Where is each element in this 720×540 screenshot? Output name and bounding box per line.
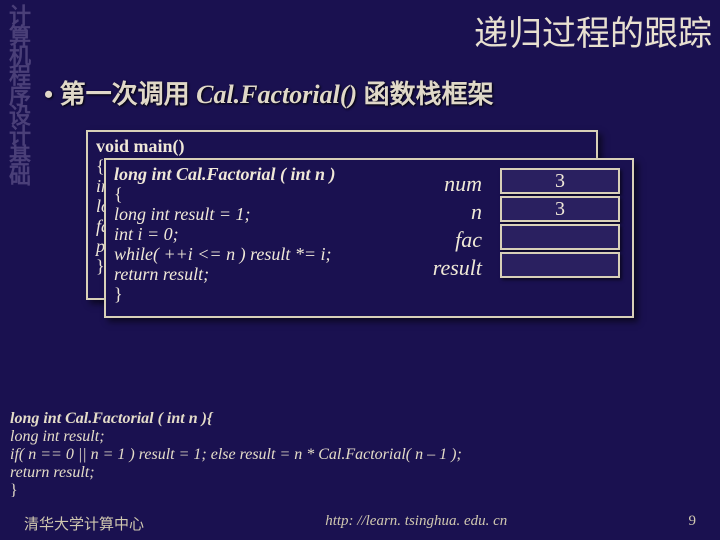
stack-cells: 3 3 — [500, 168, 620, 280]
footer-url: http: //learn. tsinghua. edu. cn — [325, 513, 507, 534]
stack-label-num: num — [433, 170, 482, 198]
stack-var-labels: num n fac result — [433, 170, 482, 282]
footer-org: 清华大学计算中心 — [24, 513, 144, 534]
stack-cell-n: 3 — [500, 196, 620, 222]
stack-label-n: n — [433, 198, 482, 226]
course-vertical-label: 计算机程序设计基础 — [0, 0, 28, 184]
code-iter-l7: } — [114, 284, 624, 304]
stack-label-result: result — [433, 254, 482, 282]
code-stack-area: void main() { int num = 3; long int fac;… — [86, 130, 626, 350]
stack-cell-fac — [500, 224, 620, 250]
bottom-l1: long int Cal.Factorial ( int n ){ — [10, 410, 213, 427]
code-box-factorial: long int Cal.Factorial ( int n ) { long … — [104, 158, 634, 318]
code-iter-l4: int i = 0; — [114, 224, 179, 244]
bullet-suffix: 函数栈框架 — [357, 80, 494, 109]
bullet-heading: • 第一次调用 Cal.Factorial() 函数栈框架 — [44, 74, 494, 111]
slide-title: 递归过程的跟踪 — [474, 6, 712, 55]
bottom-code-block: long int Cal.Factorial ( int n ){ long i… — [10, 410, 710, 500]
bottom-l2: long int result; — [10, 428, 105, 445]
bullet-prefix: • 第一次调用 — [44, 80, 196, 109]
stack-cell-num: 3 — [500, 168, 620, 194]
footer: 清华大学计算中心 http: //learn. tsinghua. edu. c… — [0, 513, 720, 534]
footer-page: 9 — [689, 513, 697, 534]
stack-label-fac: fac — [433, 226, 482, 254]
code-iter-l1: long int Cal.Factorial ( int n ) — [114, 164, 336, 184]
code-iter-l3: long int result = 1; — [114, 204, 250, 224]
code-iter-l6: return result; — [114, 264, 209, 284]
bottom-l5: } — [10, 482, 710, 500]
code-iter-l5: while( ++i <= n ) result *= i; — [114, 244, 332, 264]
bottom-l3: if( n == 0 || n = 1 ) result = 1; else r… — [10, 446, 462, 463]
bullet-function-name: Cal.Factorial() — [196, 80, 357, 109]
bottom-l4: return result; — [10, 464, 95, 481]
code-main-l1: void main() — [96, 136, 185, 156]
stack-cell-result — [500, 252, 620, 278]
